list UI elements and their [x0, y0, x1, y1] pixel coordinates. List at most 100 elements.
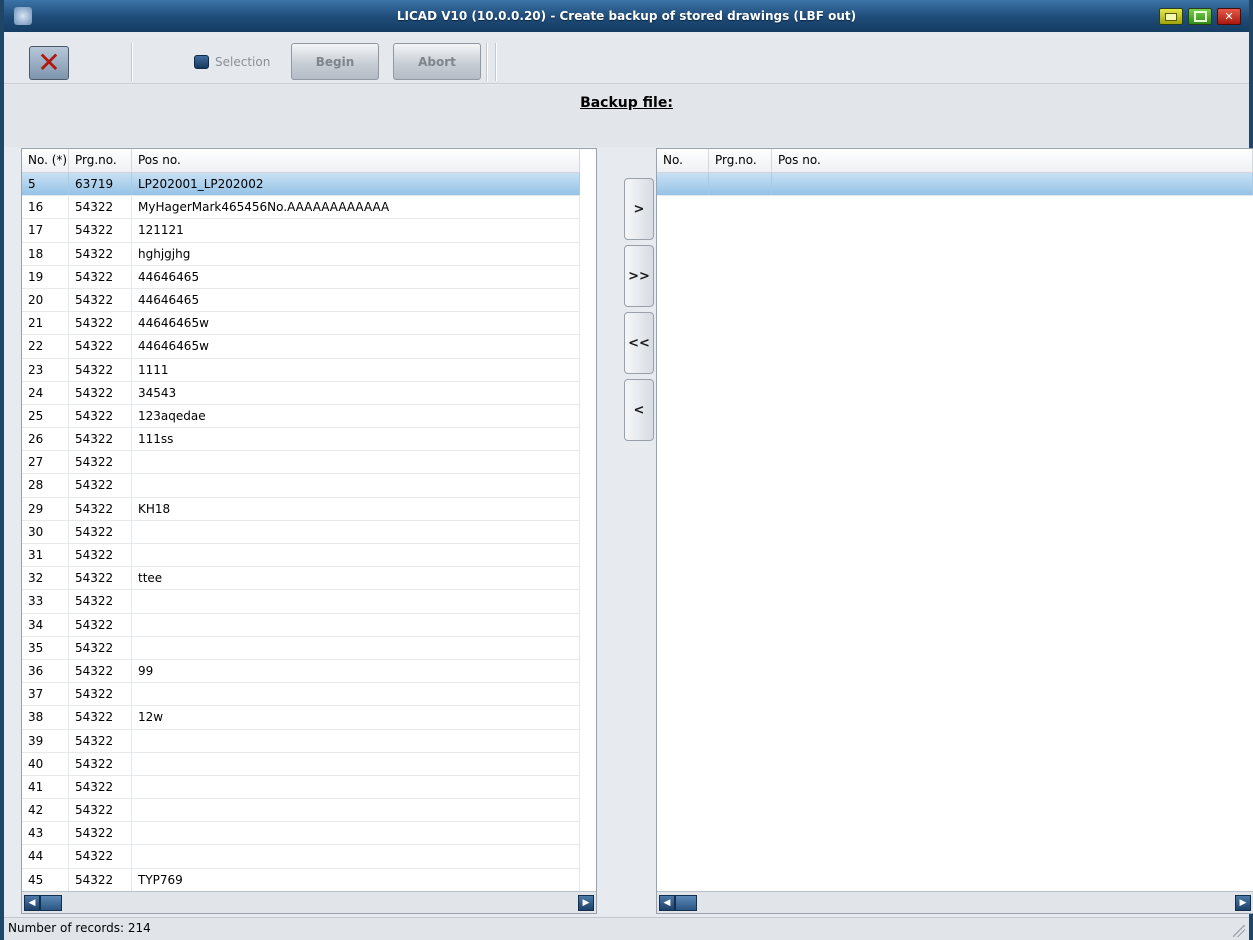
column-header-prgno[interactable]: Prg.no.	[709, 149, 772, 173]
minimize-button[interactable]	[1159, 8, 1183, 25]
scroll-left-button[interactable]: ◀	[24, 895, 40, 911]
maximize-button[interactable]	[1188, 8, 1212, 25]
table-row[interactable]: 44 54322	[22, 845, 580, 869]
table-row[interactable]: 42 54322	[22, 799, 580, 823]
move-all-left-button[interactable]: <<	[624, 312, 654, 374]
cell-posno: MyHagerMark465456No.AAAAAAAAAAAA	[132, 196, 580, 219]
scroll-thumb[interactable]	[40, 895, 62, 911]
table-body	[657, 173, 1253, 197]
cell-prgno: 54322	[69, 706, 132, 729]
table-row[interactable]: 26 54322 111ss	[22, 428, 580, 452]
cell-prgno: 54322	[69, 404, 132, 428]
column-header-posno[interactable]: Pos no.	[132, 149, 580, 173]
cell-prgno: 54322	[69, 659, 132, 683]
cell-no: 40	[22, 752, 69, 775]
table-row[interactable]: 32 54322 ttee	[22, 567, 580, 591]
move-selected-left-button[interactable]: <	[624, 379, 654, 441]
table-row[interactable]: 30 54322	[22, 520, 580, 544]
cell-prgno: 54322	[69, 775, 132, 799]
cell-posno: LP202001_LP202002	[132, 173, 580, 196]
table-row[interactable]: 20 54322 44646465	[22, 288, 580, 313]
column-header-no[interactable]: No. (*)	[22, 149, 69, 173]
status-bar: Number of records: 214	[4, 917, 1249, 940]
cell-prgno: 54322	[69, 520, 132, 543]
cell-prgno: 54322	[69, 868, 132, 891]
title-bar[interactable]: LICAD V10 (10.0.0.20) - Create backup of…	[4, 0, 1249, 32]
table-row[interactable]: 24 54322 34543	[22, 381, 580, 405]
cell-prgno: 54322	[69, 613, 132, 636]
scroll-right-button[interactable]: ▶	[578, 895, 594, 911]
resize-grip-icon[interactable]	[1233, 925, 1245, 937]
cell-no: 17	[22, 219, 69, 242]
cell-prgno: 54322	[69, 265, 132, 288]
cell-prgno: 54322	[69, 799, 132, 822]
column-header-posno[interactable]: Pos no.	[772, 149, 1253, 173]
cell-prgno: 54322	[69, 729, 132, 752]
table-row[interactable]: 22 54322 44646465w	[22, 335, 580, 359]
scroll-right-button[interactable]: ▶	[1235, 895, 1251, 911]
horizontal-scrollbar[interactable]: ◀ ▶	[657, 891, 1253, 913]
move-selected-right-button[interactable]: >	[624, 178, 654, 240]
table-row[interactable]: 41 54322	[22, 775, 580, 800]
table-row[interactable]: 35 54322	[22, 636, 580, 660]
selection-checkbox[interactable]: Selection	[194, 54, 270, 70]
table-row[interactable]: 5 63719 LP202001_LP202002	[22, 173, 580, 197]
cell-posno	[132, 520, 580, 543]
minimize-icon	[1160, 9, 1182, 24]
table-row[interactable]: 18 54322 hghjgjhg	[22, 242, 580, 266]
table-row[interactable]	[657, 173, 1253, 197]
begin-button[interactable]: Begin	[291, 43, 379, 80]
scroll-thumb[interactable]	[675, 895, 697, 911]
table-row[interactable]: 31 54322	[22, 544, 580, 568]
window-close-button[interactable]: ✕	[1217, 8, 1241, 25]
exit-button[interactable]: ✕	[29, 46, 69, 80]
cell-no: 42	[22, 799, 69, 822]
cell-posno	[132, 822, 580, 845]
maximize-icon	[1189, 9, 1211, 24]
column-header-no[interactable]: No.	[657, 149, 709, 173]
cell-prgno: 54322	[69, 242, 132, 265]
cell-prgno: 54322	[69, 312, 132, 335]
table-row[interactable]: 37 54322	[22, 683, 580, 707]
toolbar: ✕ Selection Begin Abort	[4, 37, 1249, 84]
cell-prgno: 54322	[69, 335, 132, 358]
table-row[interactable]: 27 54322	[22, 451, 580, 475]
table-row[interactable]: 36 54322 99	[22, 659, 580, 684]
horizontal-scrollbar[interactable]: ◀ ▶	[22, 891, 596, 913]
table-row[interactable]: 17 54322 121121	[22, 219, 580, 243]
cell-posno	[132, 613, 580, 636]
table-row[interactable]: 45 54322 TYP769	[22, 868, 580, 892]
abort-button[interactable]: Abort	[393, 43, 481, 80]
table-row[interactable]: 38 54322 12w	[22, 706, 580, 730]
table-row[interactable]: 19 54322 44646465	[22, 265, 580, 289]
table-row[interactable]: 33 54322	[22, 590, 580, 614]
table-row[interactable]: 29 54322 KH18	[22, 497, 580, 521]
scroll-left-button[interactable]: ◀	[659, 895, 675, 911]
cell-no: 30	[22, 520, 69, 543]
table-row[interactable]: 40 54322	[22, 752, 580, 776]
cell-no: 37	[22, 683, 69, 706]
cell-no: 5	[22, 173, 69, 196]
cell-prgno: 54322	[69, 683, 132, 706]
cell-posno: 44646465	[132, 265, 580, 288]
table-row[interactable]: 43 54322	[22, 822, 580, 846]
cell-posno: 111ss	[132, 428, 580, 451]
table-row[interactable]: 39 54322	[22, 729, 580, 753]
column-header-prgno[interactable]: Prg.no.	[69, 149, 132, 173]
cell-no: 18	[22, 242, 69, 265]
table-row[interactable]: 25 54322 123aqedae	[22, 404, 580, 429]
table-row[interactable]: 16 54322 MyHagerMark465456No.AAAAAAAAAAAA	[22, 196, 580, 220]
table-row[interactable]: 21 54322 44646465w	[22, 312, 580, 336]
cell-no: 41	[22, 775, 69, 799]
cell-prgno: 54322	[69, 451, 132, 474]
backup-file-label: Backup file:	[580, 95, 673, 111]
cell-prgno: 54322	[69, 567, 132, 590]
table-row[interactable]: 23 54322 1111	[22, 358, 580, 382]
table-row[interactable]: 28 54322	[22, 474, 580, 498]
cell-no: 43	[22, 822, 69, 845]
move-all-right-button[interactable]: >>	[624, 245, 654, 307]
backup-header: Backup file:	[4, 85, 1249, 147]
cell-prgno: 54322	[69, 845, 132, 868]
cell-posno: ttee	[132, 567, 580, 590]
table-row[interactable]: 34 54322	[22, 613, 580, 637]
